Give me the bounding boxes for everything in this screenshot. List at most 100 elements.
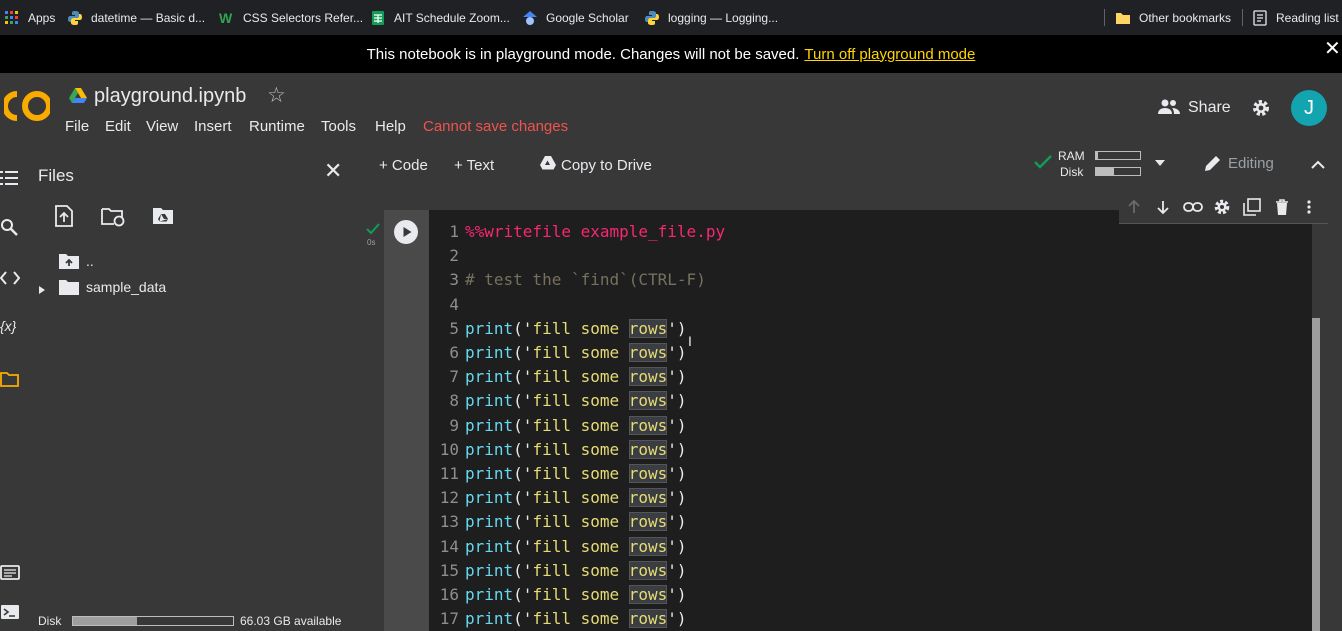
- code-line[interactable]: print('fill some rows'): [465, 537, 687, 556]
- ram-meter[interactable]: [1095, 151, 1141, 160]
- copy-to-drive-button[interactable]: Copy to Drive: [561, 155, 652, 175]
- disk-meter[interactable]: [1095, 167, 1141, 176]
- menu-view[interactable]: View: [146, 118, 178, 135]
- code-token: (': [513, 537, 533, 556]
- line-number: 10: [439, 440, 459, 459]
- move-cell-down-icon[interactable]: [1155, 199, 1171, 215]
- code-token: (': [513, 512, 533, 531]
- menu-file[interactable]: File: [65, 118, 89, 135]
- code-line[interactable]: print('fill some rows'): [465, 440, 687, 459]
- find-match-highlight: rows: [628, 391, 668, 410]
- menu-help[interactable]: Help: [375, 118, 406, 135]
- bookmark-ait-schedule[interactable]: AIT Schedule Zoom...: [370, 0, 510, 35]
- menu-runtime[interactable]: Runtime: [249, 118, 305, 135]
- parent-directory-item[interactable]: ..: [86, 253, 94, 269]
- code-snippets-icon[interactable]: [0, 268, 21, 288]
- code-token: '): [667, 488, 687, 507]
- banner-text: This notebook is in playground mode. Cha…: [366, 45, 800, 63]
- code-token: print: [465, 416, 514, 435]
- add-text-button[interactable]: + Text: [454, 155, 494, 175]
- banner-close-icon[interactable]: ✕: [1324, 39, 1341, 61]
- code-line[interactable]: print('fill some rows'): [465, 609, 687, 628]
- menu-insert[interactable]: Insert: [194, 118, 232, 135]
- disk-label: Disk: [1060, 165, 1084, 179]
- menu-tools[interactable]: Tools: [321, 118, 356, 135]
- colab-logo[interactable]: [2, 89, 52, 123]
- code-line[interactable]: print('fill some rows'): [465, 319, 687, 338]
- run-cell-button[interactable]: [394, 220, 418, 244]
- code-line[interactable]: print('fill some rows'): [465, 512, 687, 531]
- share-button[interactable]: Share: [1188, 99, 1231, 117]
- code-line[interactable]: %%writefile example_file.py: [465, 222, 725, 241]
- bookmark-google-scholar[interactable]: Google Scholar: [522, 0, 629, 35]
- code-token: '): [667, 367, 687, 386]
- command-palette-icon[interactable]: [0, 563, 20, 583]
- line-number: 14: [439, 537, 459, 556]
- reading-list[interactable]: Reading list: [1252, 0, 1339, 35]
- terminal-icon[interactable]: [0, 602, 20, 622]
- table-of-contents-icon[interactable]: [0, 168, 20, 188]
- find-match-highlight: rows: [628, 416, 668, 435]
- code-line[interactable]: print('fill some rows'): [465, 367, 687, 386]
- code-line[interactable]: print('fill some rows'): [465, 416, 687, 435]
- code-token: (': [513, 416, 533, 435]
- files-folder-icon[interactable]: [0, 370, 20, 390]
- star-icon[interactable]: ☆: [267, 83, 286, 108]
- add-code-button[interactable]: + Code: [379, 155, 428, 175]
- find-match-highlight: rows: [628, 367, 668, 386]
- line-number: 4: [449, 295, 459, 314]
- refresh-folder-icon[interactable]: [101, 207, 126, 227]
- bookmark-css-selectors[interactable]: W CSS Selectors Refer...: [219, 0, 363, 35]
- more-options-icon[interactable]: [1306, 199, 1312, 215]
- link-icon[interactable]: [1183, 199, 1203, 215]
- move-cell-up-icon[interactable]: [1126, 199, 1142, 215]
- bookmark-logging[interactable]: logging — Logging...: [644, 0, 778, 35]
- code-line[interactable]: print('fill some rows'): [465, 343, 687, 362]
- menu-edit[interactable]: Edit: [105, 118, 131, 135]
- code-token: fill some: [532, 464, 629, 483]
- upload-file-icon[interactable]: [54, 205, 74, 227]
- code-line[interactable]: print('fill some rows'): [465, 585, 687, 604]
- code-line[interactable]: print('fill some rows'): [465, 464, 687, 483]
- code-token: print: [465, 440, 514, 459]
- code-token: print: [465, 319, 514, 338]
- mount-drive-icon[interactable]: [152, 207, 174, 225]
- people-icon[interactable]: [1158, 99, 1180, 115]
- bookmark-label: Reading list: [1276, 10, 1339, 25]
- delete-cell-icon[interactable]: [1274, 198, 1290, 216]
- code-token: '): [667, 561, 687, 580]
- line-number: 11: [439, 464, 459, 483]
- notebook-title[interactable]: playground.ipynb: [94, 85, 246, 108]
- editor-scrollbar[interactable]: [1312, 318, 1320, 631]
- close-panel-icon[interactable]: ✕: [324, 158, 342, 184]
- bookmark-apps[interactable]: Apps: [4, 0, 55, 35]
- avatar[interactable]: J: [1291, 90, 1327, 126]
- code-line[interactable]: print('fill some rows'): [465, 391, 687, 410]
- line-number: 8: [449, 391, 459, 410]
- search-icon[interactable]: [0, 218, 20, 238]
- chevron-up-icon[interactable]: [1310, 157, 1326, 169]
- w3-icon: W: [219, 9, 233, 26]
- cell-gutter: [384, 210, 429, 631]
- settings-gear-icon[interactable]: [1251, 98, 1271, 118]
- resources-dropdown-icon[interactable]: [1154, 155, 1166, 166]
- bookmark-other[interactable]: Other bookmarks: [1115, 0, 1231, 35]
- reading-list-icon: [1252, 9, 1268, 26]
- line-number: 15: [439, 561, 459, 580]
- code-line[interactable]: print('fill some rows'): [465, 488, 687, 507]
- cell-settings-gear-icon[interactable]: [1213, 198, 1231, 216]
- turn-off-playground-link[interactable]: Turn off playground mode: [804, 46, 975, 63]
- code-token: fill some: [532, 488, 629, 507]
- sample-data-folder[interactable]: sample_data: [86, 279, 166, 295]
- code-line[interactable]: print('fill some rows'): [465, 561, 687, 580]
- mirror-cell-icon[interactable]: [1243, 198, 1261, 216]
- bookmarks-bar: Apps datetime — Basic d... W CSS Selecto…: [0, 0, 1342, 35]
- code-line[interactable]: # test the `find`(CTRL-F): [465, 270, 706, 289]
- code-token: # test the `find`(CTRL-F): [465, 270, 706, 289]
- editing-mode-button[interactable]: Editing: [1228, 155, 1274, 172]
- bookmark-datetime[interactable]: datetime — Basic d...: [67, 0, 205, 35]
- expand-caret-icon[interactable]: [38, 282, 46, 294]
- variables-icon[interactable]: {x}: [0, 318, 20, 338]
- cannot-save-warning[interactable]: Cannot save changes: [423, 118, 568, 135]
- files-panel-title: Files: [38, 166, 74, 185]
